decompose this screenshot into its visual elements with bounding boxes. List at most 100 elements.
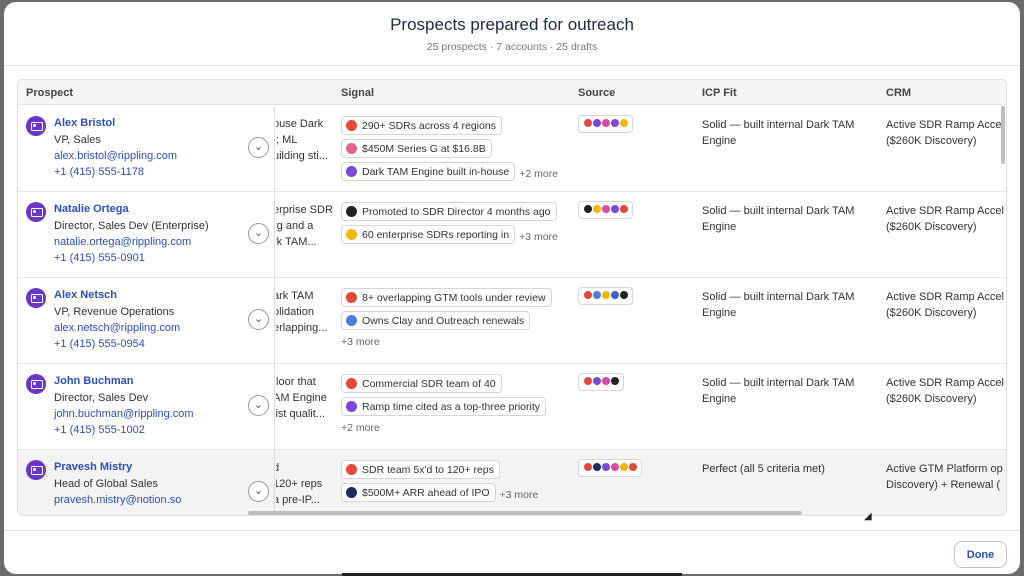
col-header-crm: CRM: [886, 87, 912, 99]
prospect-phone[interactable]: +1 (415) 555-0901: [54, 252, 145, 264]
crm-line: Active GTM Platform op: [886, 463, 1003, 475]
table-row[interactable]: Natalie Ortega Director, Sales Dev (Enter…: [18, 192, 1006, 278]
source-icons[interactable]: [578, 459, 642, 477]
prospect-email[interactable]: natalie.ortega@rippling.com: [54, 236, 191, 248]
crm-cell: Active SDR Ramp Accel ($260K Discovery): [886, 289, 1006, 321]
col-header-icp-fit: ICP Fit: [702, 87, 737, 99]
modal-subtitle: 25 prospects · 7 accounts · 25 drafts: [426, 41, 598, 53]
signal-chip[interactable]: Commercial SDR team of 40: [341, 374, 502, 393]
source-logo-icon: [619, 118, 629, 128]
source-logo-icon: [610, 376, 620, 386]
table-row[interactable]: Alex Netsch VP, Revenue Operations alex.ne…: [18, 278, 1006, 364]
source-logo-icon: [619, 290, 629, 300]
signal-chip[interactable]: $450M Series G at $16.8B: [341, 139, 492, 158]
prospect-name[interactable]: Pravesh Mistry: [54, 461, 132, 473]
prospect-email[interactable]: alex.bristol@rippling.com: [54, 150, 177, 162]
signal-text: $500M+ ARR ahead of IPO: [362, 486, 490, 499]
more-signals-link[interactable]: +3 more: [341, 336, 571, 348]
signal-text: 60 enterprise SDRs reporting in: [362, 228, 510, 241]
clipped-column-cell: ark TAM olidation erlapping...: [276, 278, 338, 363]
icp-fit-text: Solid — built internal Dark TAM Engine: [702, 377, 855, 405]
more-signals-link[interactable]: +2 more: [341, 422, 571, 434]
prospect-email[interactable]: alex.netsch@rippling.com: [54, 322, 180, 334]
prospect-phone[interactable]: +1 (415) 555-1178: [54, 166, 144, 178]
red-circle-icon: [346, 120, 357, 131]
prospect-phone[interactable]: +1 (415) 555-0954: [54, 338, 145, 350]
signal-text: Promoted to SDR Director 4 months ago: [362, 205, 551, 218]
signal-chip[interactable]: 290+ SDRs across 4 regions: [341, 116, 502, 135]
signal-chip[interactable]: Owns Clay and Outreach renewals: [341, 311, 531, 330]
source-icons[interactable]: [578, 115, 633, 133]
crm-line: Active SDR Ramp Accel: [886, 291, 1004, 303]
signal-chip[interactable]: Dark TAM Engine built in-house: [341, 162, 516, 181]
contact-card-icon: [26, 288, 46, 308]
clipped-text: 120+ reps: [276, 478, 323, 490]
clipped-text: olidation: [276, 306, 314, 318]
clipped-text: AM Engine: [276, 392, 327, 404]
table-row[interactable]: Pravesh Mistry Head of Global Sales praves…: [18, 450, 1006, 515]
signal-text: Dark TAM Engine built in-house: [362, 165, 510, 178]
clipped-text: erprise SDR: [276, 204, 333, 216]
expand-row-chevron-icon[interactable]: ⌄: [248, 481, 269, 502]
clipped-text: uilding sti...: [276, 150, 329, 162]
source-logo-icon: [619, 204, 629, 214]
clipped-text: ark TAM: [276, 290, 314, 302]
crm-line: ($260K Discovery): [886, 307, 977, 319]
prospect-phone[interactable]: +1 (415) 555-1002: [54, 424, 145, 436]
table-row[interactable]: John Buchman Director, Sales Dev john.buch…: [18, 364, 1006, 450]
clipped-text: list qualit...: [276, 408, 325, 420]
prospect-cell: John Buchman Director, Sales Dev john.buch…: [18, 364, 275, 449]
source-icons[interactable]: [578, 373, 624, 391]
signal-chip[interactable]: 8+ overlapping GTM tools under review: [341, 288, 552, 307]
clipped-text: rk TAM...: [276, 236, 317, 248]
source-icons[interactable]: [578, 201, 633, 219]
signal-text: 290+ SDRs across 4 regions: [362, 119, 496, 132]
vertical-scrollbar[interactable]: [1001, 106, 1005, 164]
purple-circle-icon: [346, 401, 357, 412]
more-signals-link[interactable]: +3 more: [519, 231, 558, 243]
icp-fit-text: Solid — built internal Dark TAM Engine: [702, 291, 855, 319]
done-button[interactable]: Done: [954, 541, 1007, 568]
contact-card-icon: [26, 116, 46, 136]
signal-text: Commercial SDR team of 40: [362, 377, 496, 390]
more-signals-link[interactable]: +3 more: [500, 489, 539, 501]
crm-line: ($260K Discovery): [886, 221, 977, 233]
clipped-text: rg and a: [276, 220, 314, 232]
more-signals-link[interactable]: +2 more: [519, 168, 558, 180]
crm-cell: Active SDR Ramp Accel ($260K Discovery): [886, 375, 1006, 407]
prospect-email[interactable]: john.buchman@rippling.com: [54, 408, 194, 420]
source-icons[interactable]: [578, 287, 633, 305]
purple-circle-icon: [346, 166, 357, 177]
prospect-cell: Natalie Ortega Director, Sales Dev (Enter…: [18, 192, 275, 277]
prospect-name[interactable]: Alex Netsch: [54, 289, 117, 301]
contact-card-icon: [26, 460, 46, 480]
crm-cell: Active GTM Platform op Discovery) + Renew…: [886, 461, 1006, 493]
crm-line: Discovery) + Renewal (: [886, 479, 1001, 491]
blue-circle-icon: [346, 315, 357, 326]
prospect-email[interactable]: pravesh.mistry@notion.so: [54, 494, 181, 506]
clipped-column-cell: d 120+ reps a pre-IP...: [276, 450, 338, 515]
prospect-name[interactable]: John Buchman: [54, 375, 133, 387]
contact-card-icon: [26, 374, 46, 394]
expand-row-chevron-icon[interactable]: ⌄: [248, 395, 269, 416]
crm-cell: Active SDR Ramp Accel ($260K Discovery): [886, 203, 1006, 235]
horizontal-scrollbar[interactable]: [248, 511, 802, 515]
prospect-cell: Pravesh Mistry Head of Global Sales praves…: [18, 450, 275, 515]
signal-chip[interactable]: 60 enterprise SDRs reporting in: [341, 225, 516, 244]
signal-chip[interactable]: Ramp time cited as a top-three priority: [341, 397, 546, 416]
expand-row-chevron-icon[interactable]: ⌄: [248, 223, 269, 244]
mouse-cursor-icon: ◢: [864, 511, 872, 522]
prospect-name[interactable]: Alex Bristol: [54, 117, 115, 129]
signal-chip[interactable]: SDR team 5x'd to 120+ reps: [341, 460, 500, 479]
expand-row-chevron-icon[interactable]: ⌄: [248, 309, 269, 330]
yellow-circle-icon: [346, 229, 357, 240]
signal-chip[interactable]: Promoted to SDR Director 4 months ago: [341, 202, 557, 221]
signal-text: Owns Clay and Outreach renewals: [362, 314, 525, 327]
prospect-name[interactable]: Natalie Ortega: [54, 203, 129, 215]
table-row[interactable]: Alex Bristol VP, Sales alex.bristol@rippli…: [18, 106, 1006, 192]
signal-chip[interactable]: $500M+ ARR ahead of IPO: [341, 483, 496, 502]
col-header-signal: Signal: [341, 87, 375, 99]
signal-text: $450M Series G at $16.8B: [362, 142, 486, 155]
red-circle-icon: [346, 378, 357, 389]
expand-row-chevron-icon[interactable]: ⌄: [248, 137, 269, 158]
